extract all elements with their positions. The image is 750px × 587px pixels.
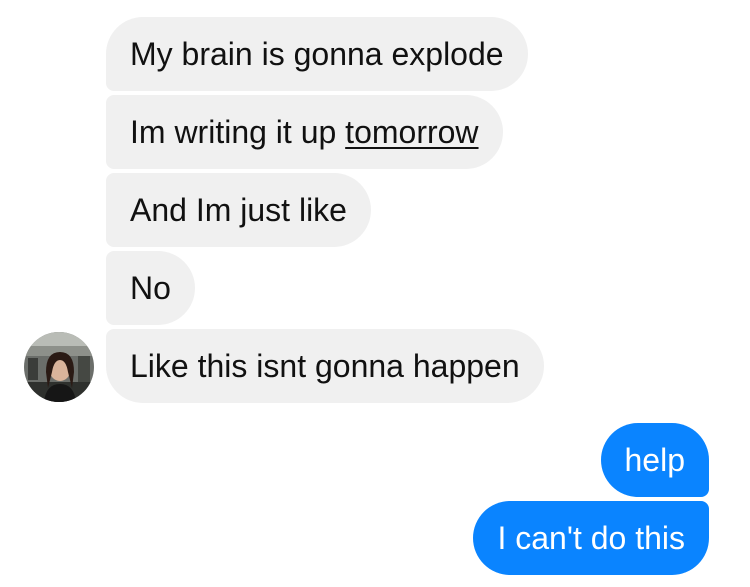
message-text: No [130, 270, 171, 306]
message-text: And Im just like [130, 192, 347, 228]
outgoing-message-bubble[interactable]: help [600, 423, 709, 497]
message-text: help [624, 442, 686, 478]
incoming-message-bubble[interactable]: And Im just like [106, 173, 371, 247]
outgoing-message-bubble[interactable]: I can't do this [473, 501, 709, 575]
incoming-message-bubble[interactable]: Im writing it up tomorrow [106, 95, 503, 169]
incoming-message-bubble[interactable]: My brain is gonna explode [106, 17, 528, 91]
message-text: My brain is gonna explode [130, 36, 504, 72]
date-link[interactable]: tomorrow [345, 114, 478, 150]
message-text: I can't do this [497, 520, 685, 556]
sender-avatar[interactable] [24, 332, 94, 402]
message-text: Like this isnt gonna happen [130, 348, 520, 384]
incoming-message-bubble[interactable]: No [106, 251, 195, 325]
profile-photo-avatar-icon [24, 332, 94, 402]
message-text: Im writing it up [130, 114, 346, 150]
incoming-message-bubble[interactable]: Like this isnt gonna happen [106, 329, 544, 403]
message-thread: My brain is gonna explode Im writing it … [0, 0, 750, 587]
